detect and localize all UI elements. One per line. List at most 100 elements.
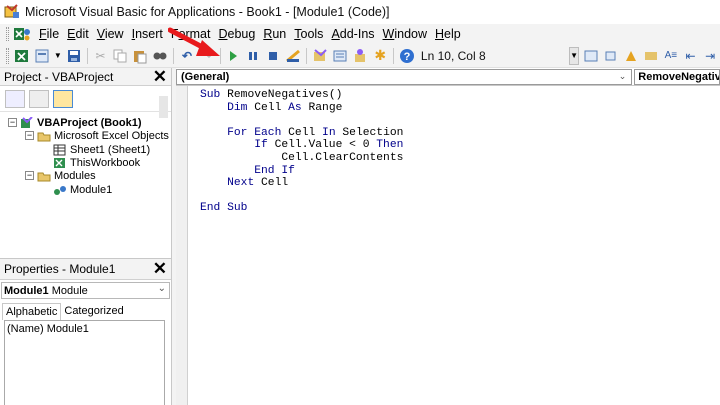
help-icon[interactable]: ? — [399, 47, 415, 65]
chevron-down-icon[interactable]: ⌄ — [619, 71, 627, 82]
folder-icon — [37, 130, 51, 142]
project-toolbar — [0, 86, 171, 112]
menu-item-insert[interactable]: Insert — [130, 27, 169, 41]
tree-label: ThisWorkbook — [70, 156, 141, 169]
vba-app-icon[interactable] — [4, 4, 20, 20]
dropdown-arrow-icon[interactable]: ▼ — [54, 47, 62, 65]
tab-alphabetic[interactable]: Alphabetic — [2, 303, 62, 320]
tree-label: Sheet1 (Sheet1) — [70, 143, 151, 156]
window-title: Microsoft Visual Basic for Applications … — [25, 5, 390, 19]
insert-module-icon[interactable] — [34, 47, 50, 65]
toggle-folders-button[interactable] — [53, 89, 73, 108]
collapse-toggle[interactable]: − — [25, 171, 34, 180]
save-icon[interactable] — [66, 47, 82, 65]
project-pane-title: Project - VBAProject — [4, 69, 114, 84]
procedure-combo[interactable]: RemoveNegatives — [634, 68, 720, 85]
excel-menu-icon[interactable] — [13, 26, 31, 42]
menu-item-format[interactable]: Format — [169, 27, 217, 41]
code-line[interactable]: End If — [200, 165, 403, 178]
collapse-toggle[interactable]: − — [8, 118, 17, 127]
tree-item-excel-objects[interactable]: − Microsoft Excel Objects — [25, 129, 169, 142]
edit-toolbar-icon-4[interactable] — [643, 47, 659, 65]
cut-icon[interactable]: ✂ — [93, 47, 109, 65]
close-icon[interactable]: ✕ — [153, 68, 167, 85]
procedure-combo-value: RemoveNegatives — [638, 70, 720, 83]
menu-item-tools[interactable]: Tools — [292, 27, 329, 41]
folder-icon — [37, 170, 51, 182]
view-code-button[interactable] — [5, 89, 25, 108]
reset-icon[interactable] — [265, 47, 281, 65]
tree-label: VBAProject (Book1) — [37, 116, 142, 129]
tab-categorized[interactable]: Categorized — [61, 303, 126, 320]
tree-item-module1[interactable]: Module1 — [53, 183, 112, 196]
paste-icon[interactable] — [132, 47, 148, 65]
outdent-icon[interactable]: ⇥ — [702, 47, 718, 65]
menu-item-help[interactable]: Help — [433, 27, 467, 41]
menu-item-run[interactable]: Run — [261, 27, 292, 41]
run-icon[interactable] — [225, 47, 241, 65]
toolbar-separator — [306, 47, 308, 64]
toolbar-grip[interactable] — [6, 27, 9, 41]
properties-pane-title: Properties - Module1 — [4, 262, 116, 276]
properties-pane: Properties - Module1 ✕ Module1 Module ⌄ … — [0, 258, 172, 405]
view-object-button[interactable] — [29, 89, 49, 108]
view-excel-icon[interactable] — [14, 47, 30, 65]
menu-item-edit[interactable]: Edit — [65, 27, 95, 41]
tree-item-sheet1[interactable]: Sheet1 (Sheet1) — [53, 143, 150, 156]
object-browser-icon[interactable] — [352, 47, 368, 65]
tree-label: Module1 — [70, 183, 113, 196]
code-line[interactable]: End Sub — [200, 202, 403, 215]
code-line[interactable]: Dim Cell As Range — [200, 102, 403, 115]
menu-item-add-ins[interactable]: Add-Ins — [329, 27, 380, 41]
project-tree: − VBAProject (Book1) − Microsoft Excel O… — [0, 112, 171, 196]
chevron-down-icon[interactable]: ⌄ — [158, 283, 166, 294]
tree-item-vbaproject[interactable]: − VBAProject (Book1) — [8, 115, 142, 129]
code-line[interactable]: For Each Cell In Selection — [200, 127, 403, 140]
properties-tabs: Alphabetic Categorized — [0, 303, 171, 320]
code-line[interactable]: If Cell.Value < 0 Then — [200, 139, 403, 152]
property-row-name[interactable]: (Name) Module1 — [7, 323, 89, 335]
redo-icon[interactable]: ↷ — [199, 47, 215, 65]
code-line[interactable]: Sub RemoveNegatives() — [200, 89, 403, 102]
tree-item-modules[interactable]: − Modules — [25, 169, 96, 182]
indent-icon[interactable]: ⇤ — [683, 47, 699, 65]
menu-item-debug[interactable]: Debug — [216, 27, 261, 41]
find-icon[interactable] — [152, 47, 168, 65]
edit-toolbar-icon-5[interactable]: A≡ — [663, 47, 679, 65]
break-icon[interactable] — [245, 47, 261, 65]
properties-window-icon[interactable] — [332, 47, 348, 65]
close-icon[interactable]: ✕ — [153, 260, 167, 277]
tree-item-thisworkbook[interactable]: ThisWorkbook — [53, 156, 140, 169]
object-combo-value: (General) — [181, 70, 230, 83]
toolbar-scroll-button[interactable]: ▼ — [569, 46, 579, 65]
edit-toolbar-icon-3[interactable] — [623, 47, 639, 65]
selected-object-type: Module — [51, 284, 88, 297]
tree-label: Microsoft Excel Objects — [54, 129, 169, 142]
object-combo[interactable]: (General) ⌄ — [176, 68, 633, 85]
standard-toolbar: ▼ ✂ ↶ ↷ ✱ ? Ln 10, Col 8 ▼ A≡ ⇤ ⇥ — [0, 44, 720, 68]
menu-item-file[interactable]: File — [37, 27, 65, 41]
code-line[interactable] — [200, 190, 403, 203]
collapse-toggle[interactable]: − — [25, 131, 34, 140]
edit-toolbar-icon-1[interactable] — [583, 47, 599, 65]
toolbox-icon[interactable]: ✱ — [372, 47, 388, 65]
menu-item-window[interactable]: Window — [381, 27, 433, 41]
code-editor[interactable]: Sub RemoveNegatives() Dim Cell As Range … — [200, 89, 403, 215]
project-explorer-icon[interactable] — [312, 47, 328, 65]
module-icon — [53, 184, 67, 196]
worksheet-icon — [53, 144, 67, 156]
toolbar-grip[interactable] — [6, 47, 9, 64]
code-line[interactable]: Cell.ClearContents — [200, 152, 403, 165]
toolbar-separator — [393, 47, 394, 64]
code-margin[interactable] — [176, 86, 188, 405]
project-pane-header: Project - VBAProject ✕ — [0, 68, 171, 86]
object-selector[interactable]: Module1 Module ⌄ — [1, 282, 170, 299]
menu-item-view[interactable]: View — [95, 27, 130, 41]
code-line[interactable] — [200, 114, 403, 127]
design-mode-icon[interactable] — [285, 47, 301, 65]
edit-toolbar-icon-2[interactable] — [603, 47, 619, 65]
copy-icon[interactable] — [112, 47, 128, 65]
code-line[interactable]: Next Cell — [200, 177, 403, 190]
toolbar-separator — [173, 47, 175, 64]
undo-icon[interactable]: ↶ — [179, 47, 195, 65]
